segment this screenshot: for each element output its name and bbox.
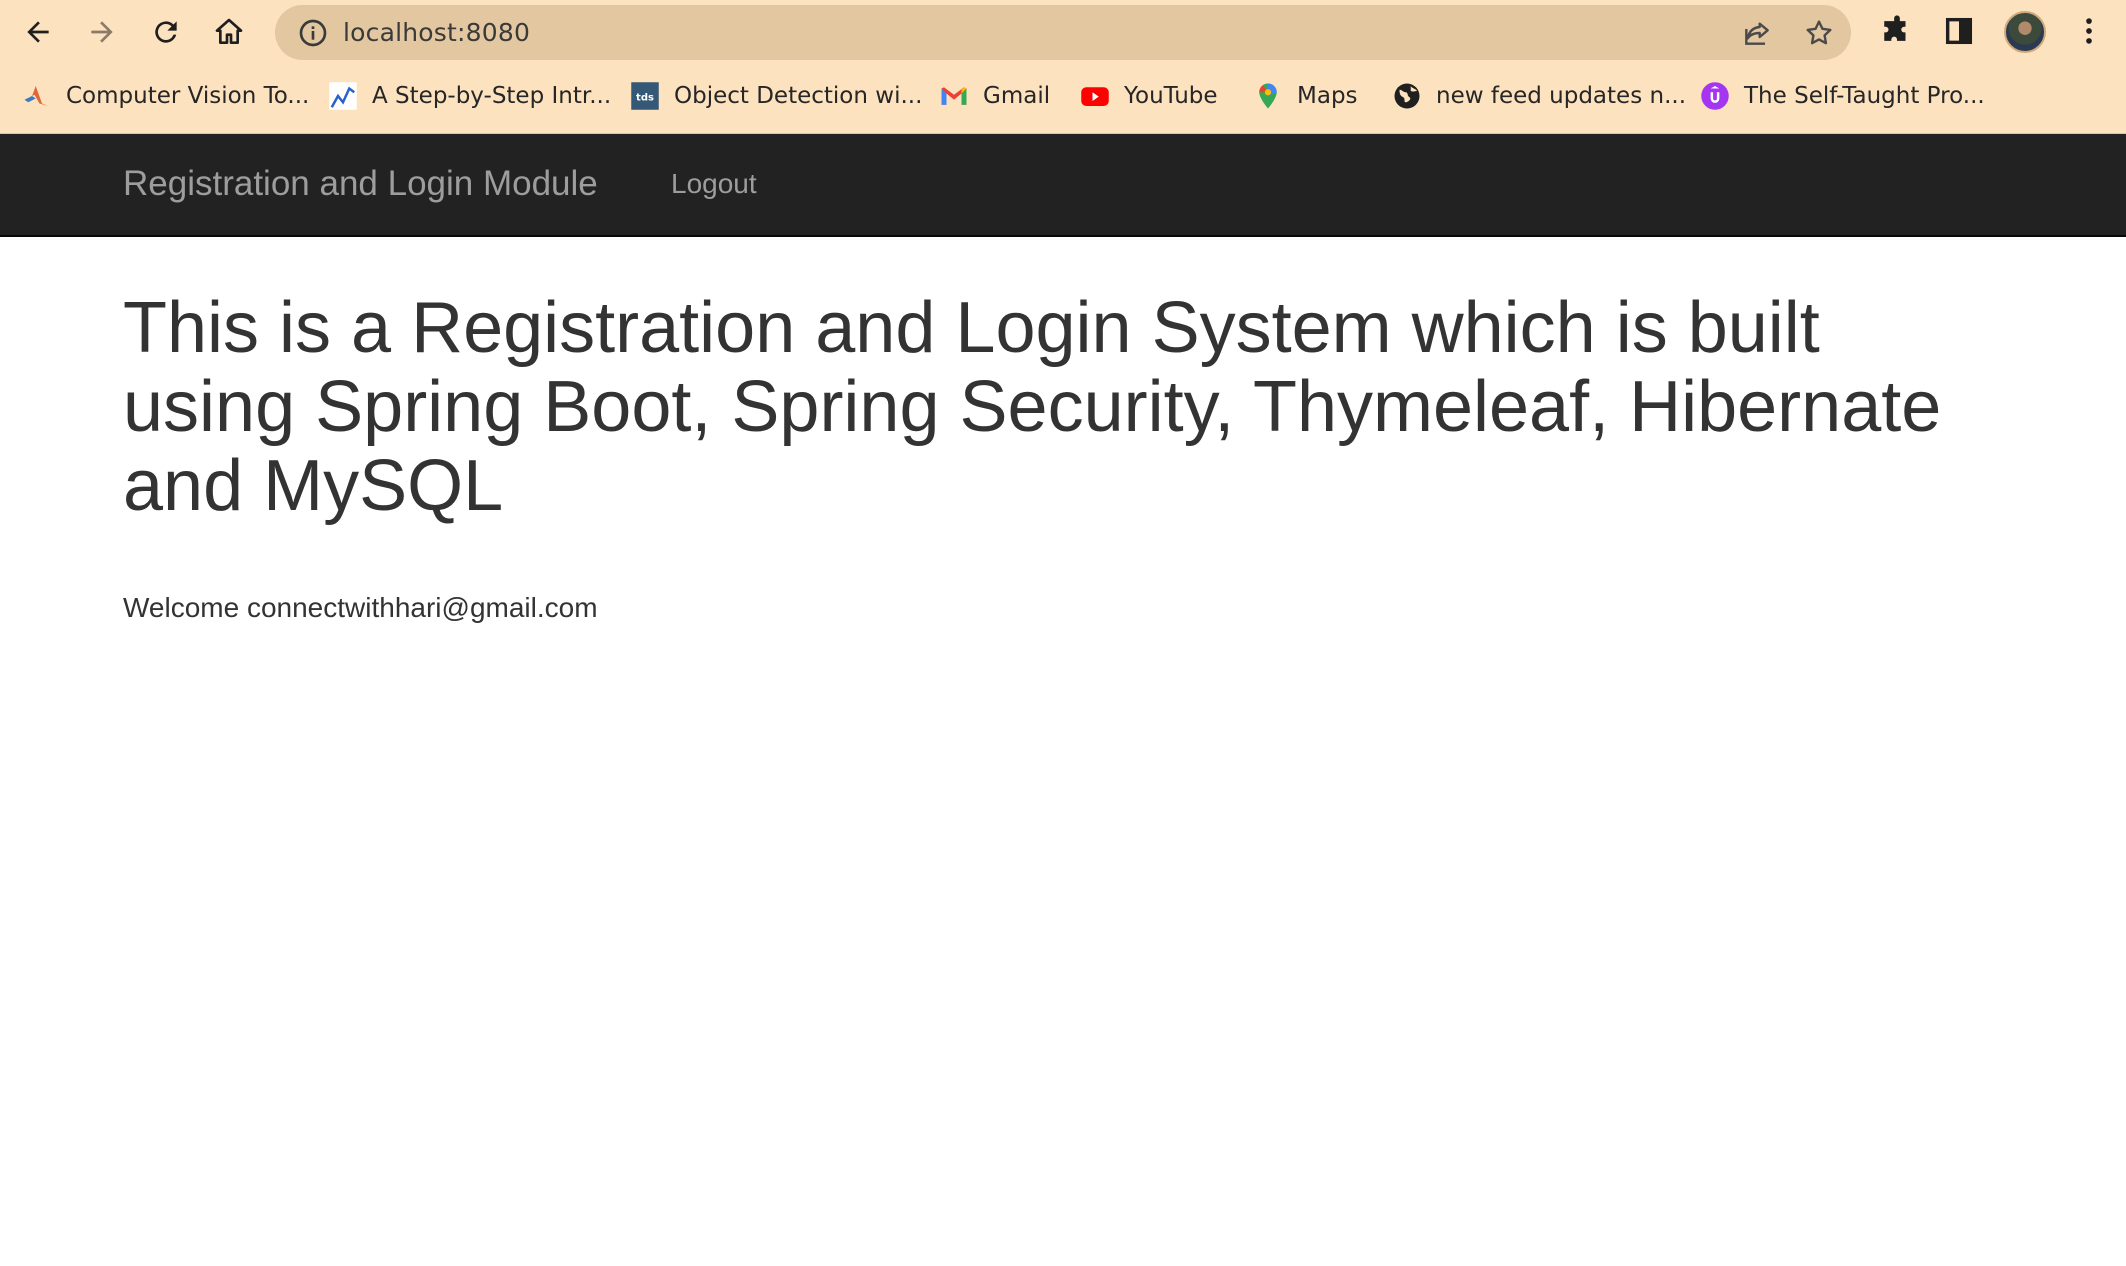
bookmark-item[interactable]: Maps	[1253, 74, 1358, 118]
bookmark-label: The Self-Taught Pro...	[1744, 83, 1985, 109]
bookmark-item[interactable]: The Self-Taught Pro...	[1700, 74, 1985, 118]
bookmark-label: Computer Vision To...	[66, 83, 310, 109]
bookmark-item[interactable]: Computer Vision To...	[22, 74, 309, 118]
main-content: This is a Registration and Login System …	[0, 237, 2126, 624]
back-arrow-icon	[27, 21, 49, 43]
url-text[interactable]: localhost:8080	[343, 18, 530, 47]
globe-icon	[1394, 83, 1420, 109]
browser-chrome: localhost:8080 Computer Vision To... A S…	[0, 0, 2126, 134]
udemy-icon	[1701, 82, 1729, 110]
back-button[interactable]	[18, 12, 58, 52]
forward-arrow-icon	[91, 21, 113, 43]
bookmark-label: Object Detection wi...	[674, 83, 923, 109]
home-icon	[215, 18, 243, 44]
bookmark-label: YouTube	[1124, 83, 1218, 109]
bookmark-label: A Step-by-Step Intr...	[372, 83, 612, 109]
tds-icon: tds	[631, 82, 659, 110]
home-button[interactable]	[209, 12, 249, 52]
matlab-icon	[24, 86, 49, 106]
share-icon[interactable]	[1741, 17, 1773, 49]
profile-avatar[interactable]	[2004, 11, 2046, 53]
svg-text:tds: tds	[636, 92, 654, 103]
address-bar[interactable]: localhost:8080	[275, 5, 1851, 60]
chart-trend-icon	[329, 82, 357, 110]
bookmark-star-icon[interactable]	[1803, 17, 1835, 49]
navbar-brand[interactable]: Registration and Login Module	[123, 164, 598, 204]
bookmark-label: Gmail	[983, 83, 1051, 109]
bookmark-label: new feed updates n...	[1436, 83, 1687, 109]
site-navbar: Registration and Login Module Logout	[0, 134, 2126, 237]
extensions-puzzle-icon[interactable]	[1880, 14, 1914, 48]
kebab-menu-icon[interactable]	[2072, 14, 2106, 48]
bookmark-item[interactable]: A Step-by-Step Intr...	[328, 74, 611, 118]
bookmark-item[interactable]: new feed updates n...	[1392, 74, 1686, 118]
bookmark-label: Maps	[1297, 83, 1358, 109]
bookmark-item[interactable]: YouTube	[1080, 74, 1218, 118]
gmail-icon	[941, 87, 967, 105]
maps-icon	[1259, 83, 1277, 109]
browser-toolbar: localhost:8080	[0, 0, 2126, 64]
bookmark-item[interactable]: Gmail	[939, 74, 1050, 118]
welcome-message: Welcome connectwithhari@gmail.com	[123, 592, 598, 623]
bookmarks-bar: Computer Vision To... A Step-by-Step Int…	[0, 74, 2126, 118]
forward-button[interactable]	[82, 12, 122, 52]
reload-button[interactable]	[146, 12, 186, 52]
youtube-icon	[1081, 87, 1109, 106]
info-icon[interactable]	[297, 17, 329, 49]
page-heading: This is a Registration and Login System …	[123, 288, 1942, 526]
logout-link[interactable]: Logout	[671, 168, 757, 200]
bookmark-item[interactable]: tds Object Detection wi...	[630, 74, 922, 118]
side-panel-icon[interactable]	[1942, 14, 1976, 48]
reload-icon	[155, 21, 177, 43]
